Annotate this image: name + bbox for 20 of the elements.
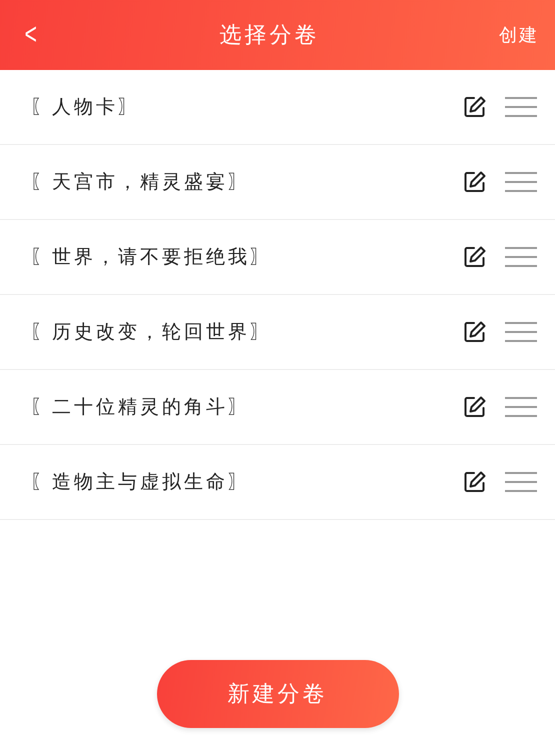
edit-icon[interactable] — [463, 320, 487, 344]
edit-icon[interactable] — [463, 395, 487, 419]
drag-handle-icon[interactable] — [505, 170, 537, 194]
edit-icon[interactable] — [463, 95, 487, 119]
edit-icon[interactable] — [463, 470, 487, 494]
edit-icon[interactable] — [463, 170, 487, 194]
drag-handle-icon[interactable] — [505, 245, 537, 269]
volume-title[interactable]: 〖二十位精灵的角斗〗 — [30, 394, 463, 420]
volume-title[interactable]: 〖历史改变，轮回世界〗 — [30, 319, 463, 345]
volume-title[interactable]: 〖天宫市，精灵盛宴〗 — [30, 169, 463, 195]
back-button[interactable]: < — [24, 18, 37, 52]
drag-handle-icon[interactable] — [505, 395, 537, 419]
volume-title[interactable]: 〖人物卡〗 — [30, 94, 463, 120]
drag-handle-icon[interactable] — [505, 95, 537, 119]
page-title: 选择分卷 — [219, 22, 320, 50]
drag-handle-icon[interactable] — [505, 320, 537, 344]
volume-title[interactable]: 〖世界，请不要拒绝我〗 — [30, 244, 463, 270]
drag-handle-icon[interactable] — [505, 470, 537, 494]
edit-icon[interactable] — [463, 245, 487, 269]
volume-title[interactable]: 〖造物主与虚拟生命〗 — [30, 469, 463, 495]
